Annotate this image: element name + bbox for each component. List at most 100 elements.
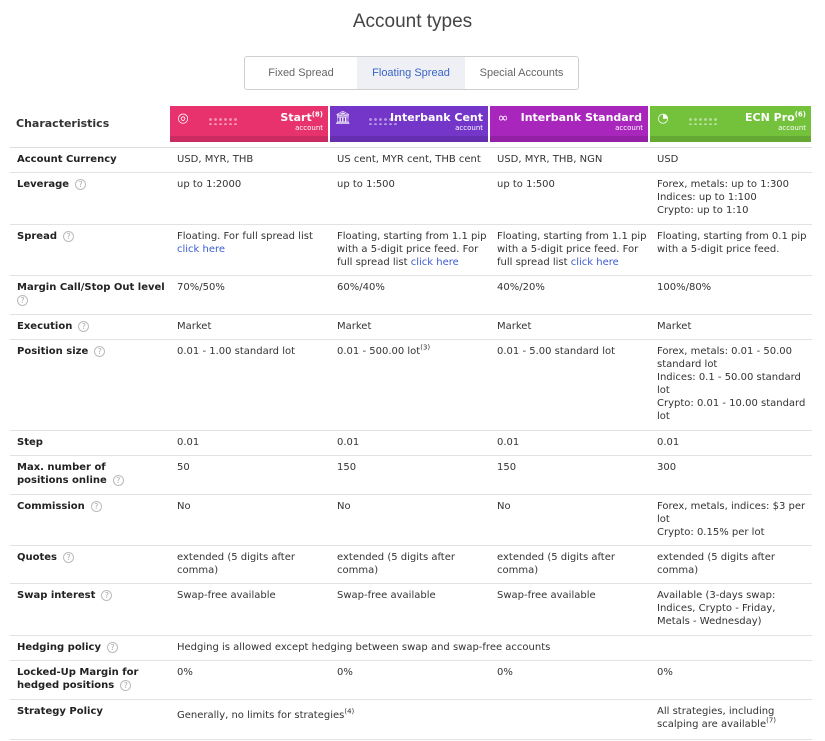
cell: 0% <box>657 667 673 678</box>
cell: 0.01 <box>497 437 520 448</box>
cell: 0% <box>497 667 513 678</box>
account-header-interbank-cent[interactable]: 🏛 Interbank Cent account <box>330 106 488 142</box>
help-icon[interactable]: ? <box>17 294 28 306</box>
cell: 0.01 - 5.00 standard lot <box>497 346 616 357</box>
cell: 0.01 <box>337 437 360 448</box>
cell: extended (5 digits after comma) <box>177 552 295 576</box>
help-icon[interactable]: ? <box>112 474 124 486</box>
cell: Market <box>497 321 532 332</box>
cell: up to 1:500 <box>337 179 395 190</box>
help-icon[interactable]: ? <box>63 551 75 563</box>
account-header-start[interactable]: ◎ Start(8) account <box>170 106 328 142</box>
row-label: Max. number of positions online? <box>17 461 157 487</box>
cell: Available (3-days swap: Indices, Crypto … <box>657 590 776 627</box>
account-subtitle: account <box>455 124 483 132</box>
row-label: Quotes? <box>17 551 167 564</box>
tab-floating-spread[interactable]: Floating Spread <box>357 57 465 89</box>
cell: Swap-free available <box>177 590 276 601</box>
cell: Swap-free available <box>497 590 596 601</box>
cell: 0.01 <box>657 437 680 448</box>
characteristics-header: Characteristics <box>16 117 110 130</box>
cell: Forex, metals, indices: $3 per lot Crypt… <box>657 501 806 538</box>
cell: 0% <box>337 667 353 678</box>
cell: 300 <box>657 462 677 473</box>
account-name: Start(8) <box>280 110 323 124</box>
page-title: Account types <box>352 11 473 32</box>
cell: 60%/40% <box>337 282 385 293</box>
table-row-leverage: Leverage? up to 1:2000 up to 1:500 up to… <box>10 173 812 225</box>
dots-pattern <box>208 117 238 125</box>
account-name: Interbank Standard <box>520 111 642 124</box>
help-icon[interactable]: ? <box>90 500 102 512</box>
cell: 0% <box>177 667 193 678</box>
spread-list-link[interactable]: click here <box>571 257 619 268</box>
row-label: Swap interest? <box>17 589 167 602</box>
help-icon[interactable]: ? <box>62 230 74 242</box>
cell: up to 1:500 <box>497 179 555 190</box>
spread-type-tabs: Fixed Spread Floating Spread Special Acc… <box>244 56 579 90</box>
row-label: Account Currency <box>17 154 117 165</box>
cell: USD, MYR, THB, NGN <box>497 154 603 165</box>
cell: 0.01 - 500.00 lot(3) <box>337 343 431 357</box>
cell: No <box>177 501 191 512</box>
table-row-quotes: Quotes? extended (5 digits after comma) … <box>10 546 812 584</box>
cell: No <box>497 501 511 512</box>
cell: Floating, starting from 0.1 pip with a 5… <box>657 231 807 255</box>
table-row-step: Step 0.01 0.01 0.01 0.01 <box>10 431 812 456</box>
dots-pattern <box>688 117 718 125</box>
infinity-icon: ∞ <box>497 110 509 126</box>
account-subtitle: account <box>295 124 323 132</box>
account-header-interbank-standard[interactable]: ∞ Interbank Standard account <box>490 106 648 142</box>
help-icon[interactable]: ? <box>120 679 132 691</box>
cell: Generally, no limits for strategies(4) <box>177 707 355 721</box>
table-row-swap-interest: Swap interest? Swap-free available Swap-… <box>10 584 812 636</box>
row-label: Locked-Up Margin for hedged positions? <box>17 667 139 691</box>
table-row-account-currency: Account Currency USD, MYR, THB US cent, … <box>10 148 812 173</box>
table-row-commission: Commission? No No No Forex, metals, indi… <box>10 495 812 546</box>
circle-logo-icon: ◎ <box>177 110 189 126</box>
cell: Floating. For full spread list click here <box>177 231 313 255</box>
row-label: Step <box>17 437 43 448</box>
account-name: Interbank Cent <box>390 111 483 124</box>
help-icon[interactable]: ? <box>78 320 90 332</box>
help-icon[interactable]: ? <box>94 345 106 357</box>
tab-fixed-spread[interactable]: Fixed Spread <box>245 57 357 89</box>
tab-special-accounts[interactable]: Special Accounts <box>465 57 578 89</box>
row-label: Margin Call/Stop Out level? <box>17 282 165 306</box>
cell: Swap-free available <box>337 590 436 601</box>
spread-list-link[interactable]: click here <box>411 257 459 268</box>
bank-icon: 🏛 <box>334 110 352 126</box>
account-name: ECN Pro(6) <box>745 110 806 124</box>
row-label: Leverage? <box>17 178 167 191</box>
table-row-strategy-policy: Strategy Policy Generally, no limits for… <box>10 700 812 740</box>
cell: 70%/50% <box>177 282 225 293</box>
cell: 50 <box>177 462 190 473</box>
table-row-spread: Spread? Floating. For full spread list cl… <box>10 225 812 276</box>
row-label: Spread? <box>17 230 167 243</box>
row-label: Hedging policy? <box>17 641 167 654</box>
cell: US cent, MYR cent, THB cent <box>337 154 481 165</box>
cell: Market <box>337 321 372 332</box>
account-subtitle: account <box>778 124 806 132</box>
table-row-hedging-policy: Hedging policy? Hedging is allowed excep… <box>10 636 812 661</box>
cell: 0.01 <box>177 437 200 448</box>
cell: USD, MYR, THB <box>177 154 254 165</box>
cell: Floating, starting from 1.1 pip with a 5… <box>337 231 487 268</box>
cell: Forex, metals: 0.01 - 50.00 standard lot… <box>657 346 806 422</box>
table-row-locked-up-margin: Locked-Up Margin for hedged positions? 0… <box>10 661 812 700</box>
table-row-position-size: Position size? 0.01 - 1.00 standard lot … <box>10 340 812 431</box>
spread-list-link[interactable]: click here <box>177 244 225 255</box>
cell: extended (5 digits after comma) <box>657 552 775 576</box>
help-icon[interactable]: ? <box>75 178 87 190</box>
help-icon[interactable]: ? <box>101 589 113 601</box>
account-subtitle: account <box>615 124 643 132</box>
cell: Hedging is allowed except hedging betwee… <box>177 642 551 653</box>
cell: 150 <box>337 462 357 473</box>
row-label: Position size? <box>17 345 167 358</box>
help-icon[interactable]: ? <box>106 641 118 653</box>
account-header-ecn-pro[interactable]: ◔ ECN Pro(6) account <box>650 106 811 142</box>
cell: Market <box>657 321 692 332</box>
row-label: Execution? <box>17 320 167 333</box>
table-row-max-positions: Max. number of positions online? 50 150 … <box>10 456 812 495</box>
cell: All strategies, including scalping are a… <box>657 706 777 730</box>
